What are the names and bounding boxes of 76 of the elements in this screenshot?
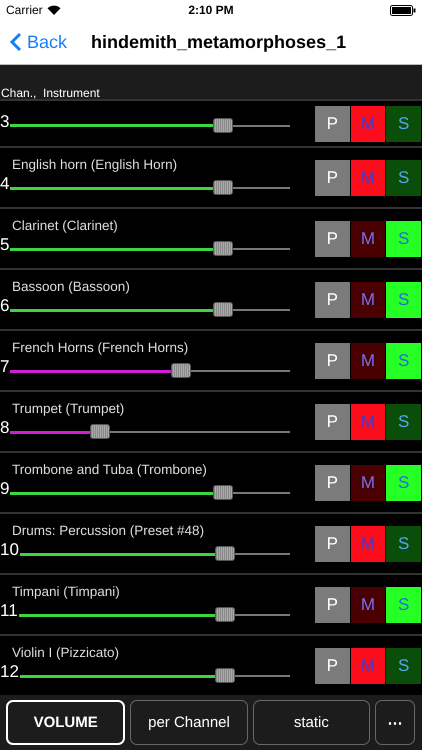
slider-thumb[interactable] bbox=[215, 546, 236, 561]
slider-thumb[interactable] bbox=[212, 180, 233, 195]
pan-button[interactable]: P bbox=[315, 404, 350, 440]
instrument-name: Clarinet (Clarinet) bbox=[11, 218, 119, 233]
mute-button[interactable]: M bbox=[350, 282, 386, 318]
channel-number: 11 bbox=[0, 601, 18, 621]
solo-button[interactable]: S bbox=[386, 282, 422, 318]
instrument-name: Trumpet (Trumpet) bbox=[11, 401, 126, 416]
channel-number: 6 bbox=[0, 296, 10, 316]
solo-button[interactable]: S bbox=[386, 106, 422, 142]
instrument-name: English horn (English Horn) bbox=[11, 157, 178, 172]
pan-button[interactable]: P bbox=[315, 160, 350, 196]
channel-number: 4 bbox=[0, 174, 10, 194]
slider-thumb[interactable] bbox=[214, 607, 235, 622]
mode-button[interactable]: static bbox=[252, 700, 370, 745]
chevron-left-icon bbox=[10, 32, 22, 52]
volume-slider[interactable] bbox=[10, 422, 290, 442]
slider-thumb[interactable] bbox=[90, 424, 110, 439]
pan-button[interactable]: P bbox=[315, 106, 350, 142]
volume-slider[interactable] bbox=[10, 239, 290, 259]
instrument-name: Timpani (Timpani) bbox=[11, 584, 121, 599]
channel-number: 8 bbox=[0, 418, 10, 438]
solo-button[interactable]: S bbox=[386, 648, 422, 684]
wifi-icon bbox=[46, 5, 61, 15]
back-button[interactable]: Back bbox=[0, 32, 78, 52]
solo-button[interactable]: S bbox=[386, 404, 422, 440]
pan-button[interactable]: P bbox=[315, 648, 350, 684]
instrument-name: Trombone and Tuba (Trombone) bbox=[11, 462, 208, 477]
pan-button[interactable]: P bbox=[315, 526, 350, 562]
volume-slider[interactable] bbox=[10, 300, 290, 320]
nav-title: hindemith_metamorphoses_1 bbox=[91, 32, 346, 52]
slider-thumb[interactable] bbox=[170, 363, 191, 378]
channel-number: 9 bbox=[0, 479, 10, 499]
volume-slider[interactable] bbox=[10, 178, 290, 198]
mode-button[interactable]: VOLUME bbox=[6, 700, 126, 745]
instrument-name: French Horns (French Horns) bbox=[11, 340, 190, 355]
column-header: Chan., Instrument bbox=[0, 85, 101, 99]
slider-thumb[interactable] bbox=[212, 241, 233, 256]
volume-slider[interactable] bbox=[18, 605, 290, 625]
solo-button[interactable]: S bbox=[386, 160, 422, 196]
volume-slider[interactable] bbox=[10, 116, 290, 136]
mute-button[interactable]: M bbox=[350, 342, 386, 378]
instrument-name: Drums: Percussion (Preset #48) bbox=[11, 523, 206, 538]
pan-button[interactable]: P bbox=[315, 220, 350, 256]
more-button[interactable]: ⋯ bbox=[374, 700, 415, 745]
slider-thumb[interactable] bbox=[215, 668, 236, 683]
solo-button[interactable]: S bbox=[386, 464, 422, 500]
volume-slider[interactable] bbox=[10, 483, 290, 503]
pan-button[interactable]: P bbox=[315, 282, 350, 318]
slider-thumb[interactable] bbox=[212, 485, 233, 500]
solo-button[interactable]: S bbox=[386, 526, 422, 562]
channel-number: 10 bbox=[0, 540, 19, 560]
volume-slider[interactable] bbox=[20, 544, 290, 564]
channel-number: 7 bbox=[0, 357, 10, 377]
volume-slider[interactable] bbox=[20, 666, 290, 686]
channel-number: 5 bbox=[0, 235, 10, 255]
solo-button[interactable]: S bbox=[386, 342, 422, 378]
instrument-name: Bassoon (Bassoon) bbox=[11, 279, 131, 294]
slider-thumb[interactable] bbox=[212, 302, 233, 317]
clock-label: 2:10 PM bbox=[188, 3, 234, 17]
solo-button[interactable]: S bbox=[386, 220, 422, 256]
slider-thumb[interactable] bbox=[212, 118, 233, 132]
pan-button[interactable]: P bbox=[315, 464, 350, 500]
mute-button[interactable]: M bbox=[350, 464, 386, 500]
mute-button[interactable]: M bbox=[350, 220, 386, 256]
pan-button[interactable]: P bbox=[315, 342, 350, 378]
volume-slider[interactable] bbox=[10, 361, 290, 381]
channel-number: 3 bbox=[0, 112, 10, 132]
solo-button[interactable]: S bbox=[386, 586, 422, 622]
battery-icon bbox=[390, 4, 416, 16]
instrument-name: Violin I (Pizzicato) bbox=[11, 645, 120, 660]
mode-button[interactable]: per Channel bbox=[130, 700, 248, 745]
pan-button[interactable]: P bbox=[315, 586, 350, 622]
channel-number: 12 bbox=[0, 662, 19, 682]
carrier-label: Carrier bbox=[6, 3, 43, 17]
mute-button[interactable]: M bbox=[350, 586, 386, 622]
